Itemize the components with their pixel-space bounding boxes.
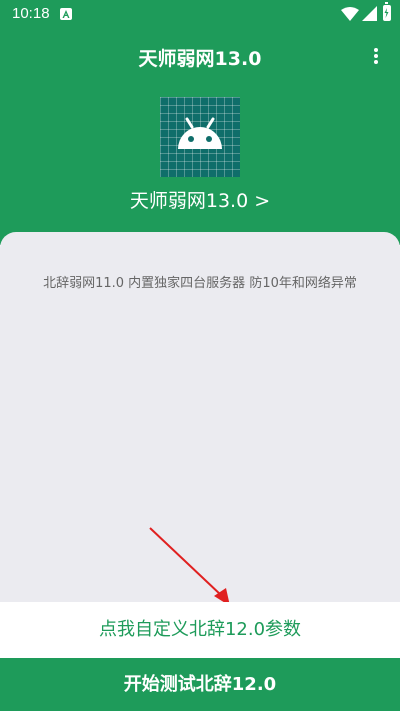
battery-icon: [383, 2, 391, 21]
content-card: 北辞弱网11.0 内置独家四台服务器 防10年和网络异常: [0, 232, 400, 602]
wifi-icon: [341, 6, 359, 25]
status-bar: 10:18: [0, 0, 400, 28]
status-time: 10:18: [12, 5, 50, 22]
app-name-link[interactable]: 天师弱网13.0 >: [0, 186, 400, 213]
android-icon: [160, 97, 240, 177]
app-header: 10:18 天师弱网13.0 天师弱网13.0 >: [0, 0, 400, 245]
start-test-button[interactable]: 开始测试北辞12.0: [0, 658, 400, 711]
more-vert-icon[interactable]: [368, 46, 384, 68]
description-text: 北辞弱网11.0 内置独家四台服务器 防10年和网络异常: [43, 276, 357, 291]
app-title: 天师弱网13.0: [138, 48, 262, 70]
custom-params-button[interactable]: 点我自定义北辞12.0参数: [0, 602, 400, 658]
notification-a-icon: [60, 8, 72, 20]
signal-icon: [362, 6, 377, 25]
